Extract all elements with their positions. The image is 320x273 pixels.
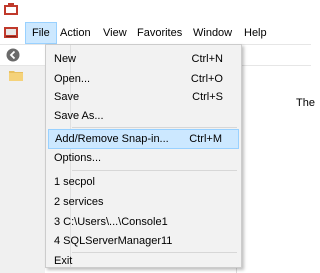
console-tree [0, 66, 45, 273]
menu-favorites[interactable]: Favorites [131, 22, 188, 44]
menu-separator [72, 127, 237, 128]
menu-window[interactable]: Window [187, 22, 238, 44]
console-icon[interactable] [3, 26, 19, 40]
menu-item-exit[interactable]: Exit [48, 248, 239, 268]
menu-item-label: Save [54, 91, 80, 103]
back-arrow-icon[interactable] [6, 48, 20, 62]
menu-item-label: Add/Remove Snap-in... [55, 133, 169, 145]
menu-item-save[interactable]: Save Ctrl+S [48, 87, 239, 107]
title-bar [0, 0, 311, 22]
menu-item-open[interactable]: Open... Ctrl+O [48, 69, 239, 89]
menu-item-new[interactable]: New Ctrl+N [48, 49, 239, 69]
menu-item-shortcut: Ctrl+O [190, 73, 223, 85]
recent-file-console1[interactable]: 3 C:\Users\...\Console1 [48, 212, 239, 232]
content-partial-text: The [296, 97, 315, 109]
menu-help[interactable]: Help [238, 22, 273, 44]
menu-view[interactable]: View [97, 22, 133, 44]
app-icon [4, 3, 18, 15]
menu-item-label: 2 services [54, 196, 104, 208]
menu-item-label: New [54, 53, 77, 65]
menu-item-label: Open... [54, 73, 91, 85]
menu-item-label: Exit [54, 255, 73, 267]
menu-item-save-as[interactable]: Save As... [48, 106, 239, 126]
recent-file-secpol[interactable]: 1 secpol [48, 172, 239, 192]
menu-item-label: Save As... [54, 110, 104, 122]
menu-item-label: 1 secpol [54, 176, 95, 188]
menu-bar: File Action View Favorites Window Help [0, 22, 311, 45]
menu-item-shortcut: Ctrl+S [192, 91, 223, 103]
file-menu-dropdown: New Ctrl+N Open... Ctrl+O Save Ctrl+S Sa… [45, 44, 242, 268]
menu-item-label: Options... [54, 152, 102, 164]
menu-item-shortcut: Ctrl+M [189, 133, 222, 145]
menu-item-options[interactable]: Options... [48, 148, 239, 168]
menu-file[interactable]: File [25, 22, 57, 44]
menu-item-shortcut: Ctrl+N [191, 53, 223, 65]
menu-separator [72, 170, 237, 171]
menu-item-label: 3 C:\Users\...\Console1 [54, 216, 168, 228]
recent-file-services[interactable]: 2 services [48, 192, 239, 212]
folder-icon[interactable] [9, 69, 23, 81]
menu-action[interactable]: Action [54, 22, 97, 44]
menu-item-add-remove-snap-in[interactable]: Add/Remove Snap-in... Ctrl+M [48, 129, 239, 149]
